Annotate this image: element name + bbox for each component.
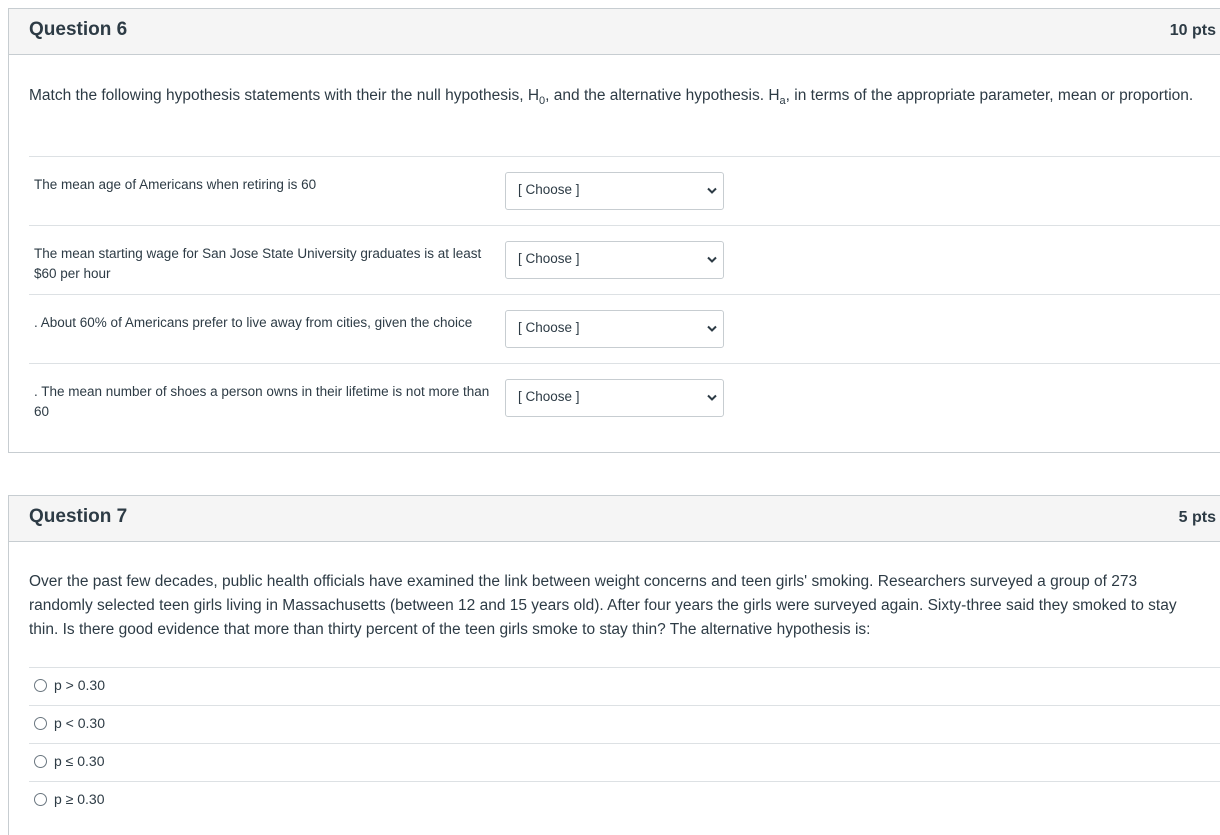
question-title: Question 6 xyxy=(29,19,128,40)
match-row: The mean age of Americans when retiring … xyxy=(29,156,1220,225)
prompt-text-pre: Match the following hypothesis statement… xyxy=(29,87,540,104)
question-points: 5 pts xyxy=(1178,509,1216,526)
dropdown-value: [ Choose ] xyxy=(518,182,580,197)
match-row: . About 60% of Americans prefer to live … xyxy=(29,294,1220,363)
question-7: Question 7 5 pts Over the past few decad… xyxy=(8,495,1220,835)
dropdown-value: [ Choose ] xyxy=(518,251,580,266)
radio-button-icon[interactable] xyxy=(34,793,47,806)
chevron-down-icon xyxy=(707,256,717,263)
answer-option[interactable]: p < 0.30 xyxy=(29,705,1220,743)
match-statement: The mean starting wage for San Jose Stat… xyxy=(34,246,482,281)
chevron-down-icon xyxy=(707,394,717,401)
match-statement: . The mean number of shoes a person owns… xyxy=(34,384,490,419)
match-row: . The mean number of shoes a person owns… xyxy=(29,363,1220,432)
question-6-prompt: Match the following hypothesis statement… xyxy=(29,84,1199,108)
question-6-header: Question 6 10 pts xyxy=(9,9,1220,55)
chevron-down-icon xyxy=(707,325,717,332)
question-title: Question 7 xyxy=(29,506,128,527)
match-dropdown[interactable]: [ Choose ] xyxy=(505,379,724,417)
answer-option[interactable]: p ≥ 0.30 xyxy=(29,781,1220,819)
chevron-down-icon xyxy=(707,187,717,194)
match-statement: The mean age of Americans when retiring … xyxy=(34,177,317,192)
match-dropdown[interactable]: [ Choose ] xyxy=(505,172,724,210)
question-7-header: Question 7 5 pts xyxy=(9,496,1220,542)
match-row: The mean starting wage for San Jose Stat… xyxy=(29,225,1220,294)
answer-option[interactable]: p > 0.30 xyxy=(29,667,1220,705)
answer-label[interactable]: p ≤ 0.30 xyxy=(54,753,105,769)
answer-label[interactable]: p < 0.30 xyxy=(54,715,105,731)
prompt-text-mid: , and the alternative hypothesis. H xyxy=(545,87,780,104)
question-6: Question 6 10 pts Match the following hy… xyxy=(8,8,1220,453)
match-dropdown[interactable]: [ Choose ] xyxy=(505,310,724,348)
question-7-prompt: Over the past few decades, public health… xyxy=(29,573,1177,638)
answer-label[interactable]: p > 0.30 xyxy=(54,677,105,693)
answer-option[interactable]: p ≤ 0.30 xyxy=(29,743,1220,781)
prompt-text-post: , in terms of the appropriate parameter,… xyxy=(785,87,1194,104)
dropdown-value: [ Choose ] xyxy=(518,389,580,404)
dropdown-value: [ Choose ] xyxy=(518,320,580,335)
radio-button-icon[interactable] xyxy=(34,717,47,730)
radio-button-icon[interactable] xyxy=(34,755,47,768)
match-dropdown[interactable]: [ Choose ] xyxy=(505,241,724,279)
question-points: 10 pts xyxy=(1169,22,1216,39)
match-statement: . About 60% of Americans prefer to live … xyxy=(34,315,473,330)
radio-button-icon[interactable] xyxy=(34,679,47,692)
answer-label[interactable]: p ≥ 0.30 xyxy=(54,791,105,807)
